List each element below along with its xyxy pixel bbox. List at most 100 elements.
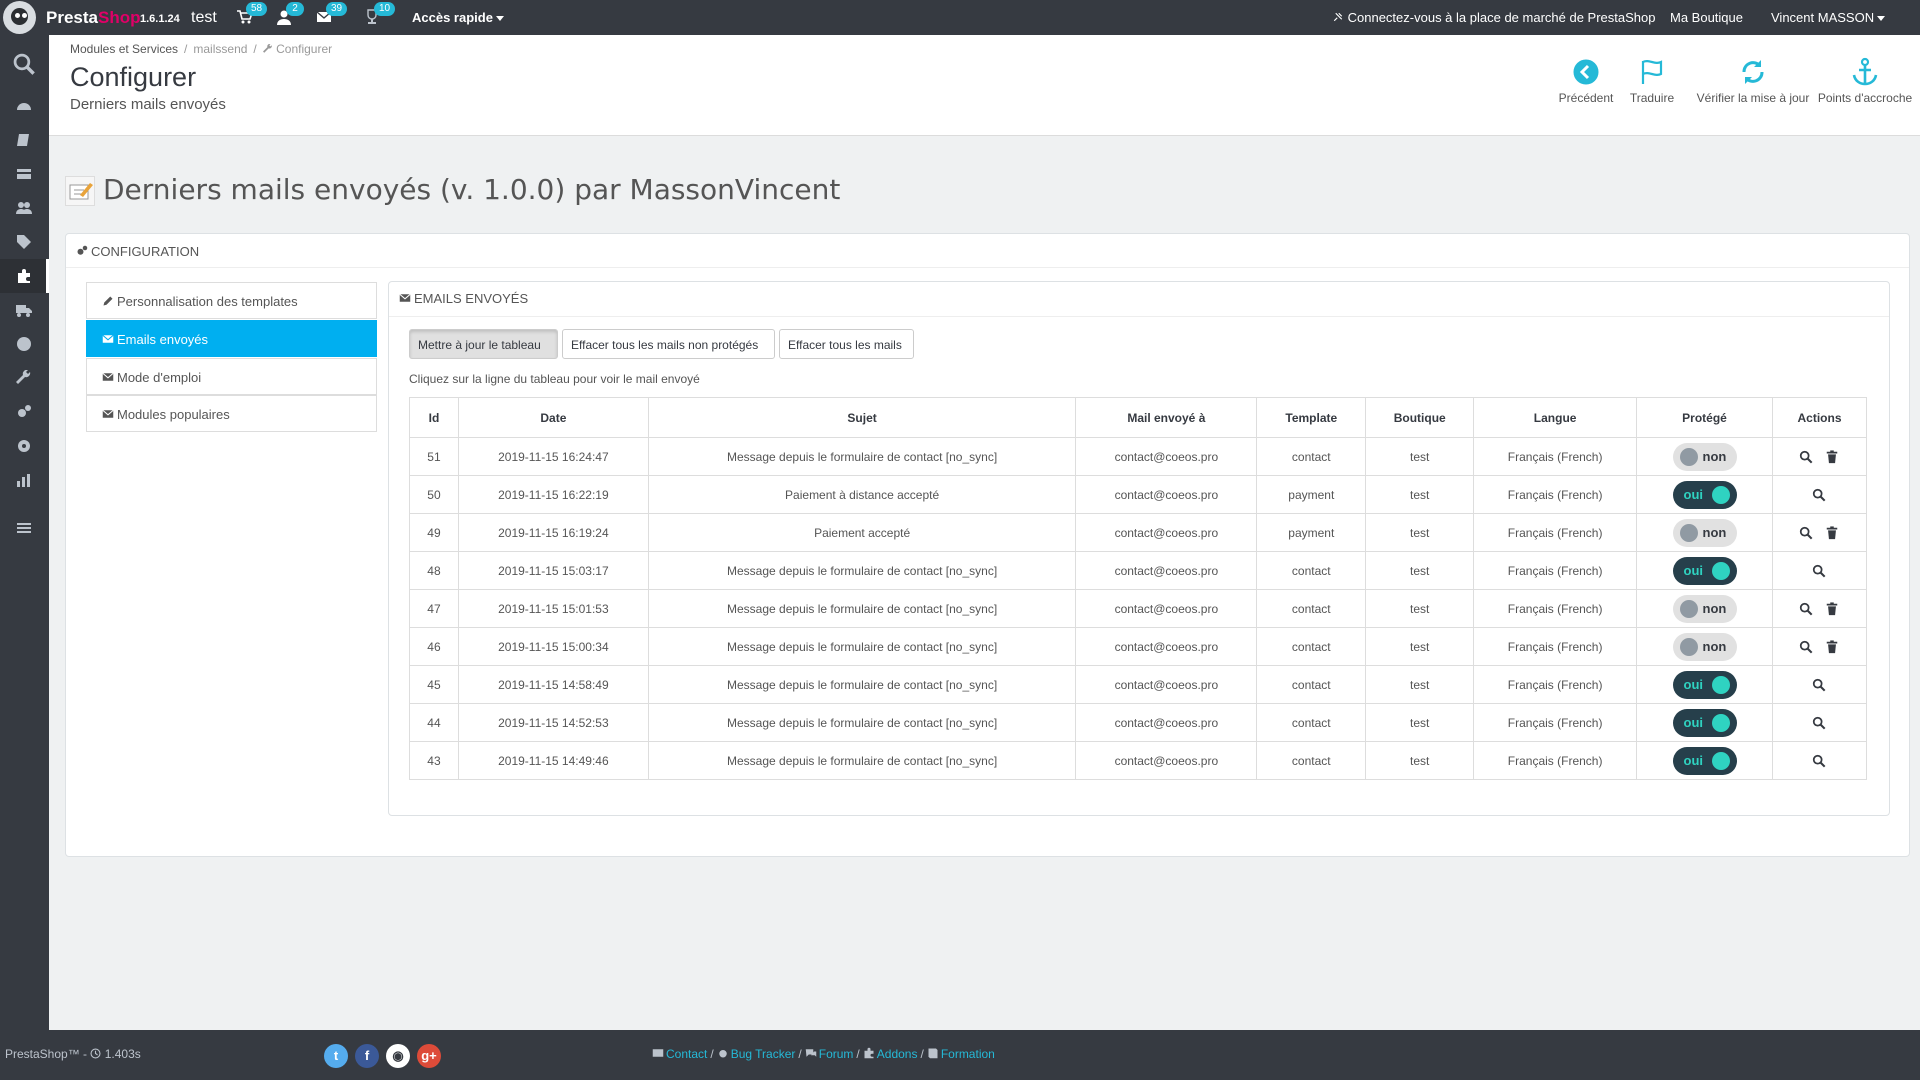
cell-protected: oui xyxy=(1636,665,1773,704)
sidebar-item-orders[interactable] xyxy=(0,123,49,157)
table-row[interactable]: 44 2019-11-15 14:52:53 Message depuis le f… xyxy=(409,703,1868,742)
menu-item-templates[interactable]: Personnalisation des templates xyxy=(86,282,377,319)
zoom-icon[interactable] xyxy=(1799,450,1813,464)
cell-language: Français (French) xyxy=(1473,437,1638,476)
menu-item-sent-emails[interactable]: Emails envoyés xyxy=(86,320,377,357)
sidebar-item-advanced-params[interactable] xyxy=(0,395,49,429)
cell-date: 2019-11-15 14:49:46 xyxy=(457,741,649,780)
zoom-icon[interactable] xyxy=(1812,564,1826,578)
customers-notification[interactable]: 2 xyxy=(276,2,304,27)
breadcrumb-modules[interactable]: Modules et Services xyxy=(70,42,178,56)
table-row[interactable]: 51 2019-11-15 16:24:47 Message depuis le f… xyxy=(409,437,1868,476)
menu-item-popular-modules[interactable]: Modules populaires xyxy=(86,395,377,432)
protected-toggle[interactable]: oui xyxy=(1672,556,1737,585)
cell-id: 44 xyxy=(409,703,459,742)
zoom-icon[interactable] xyxy=(1812,678,1826,692)
table-row[interactable]: 43 2019-11-15 14:49:46 Message depuis le f… xyxy=(409,741,1868,780)
sidebar-item-catalog[interactable] xyxy=(0,157,49,191)
protected-toggle[interactable]: oui xyxy=(1672,670,1737,699)
footer-link-formation[interactable]: Formation xyxy=(941,1047,995,1061)
messages-notification[interactable]: 39 xyxy=(316,2,348,27)
footer-link-addons[interactable]: Addons xyxy=(877,1047,918,1061)
refresh-table-button[interactable]: Mettre à jour le tableau xyxy=(409,329,558,359)
table-row[interactable]: 45 2019-11-15 14:58:49 Message depuis le f… xyxy=(409,665,1868,704)
cell-language: Français (French) xyxy=(1473,589,1638,628)
shop-name-link[interactable]: test xyxy=(191,9,217,27)
orders-notification[interactable]: 58 xyxy=(236,2,268,27)
facebook-icon[interactable]: f xyxy=(355,1044,379,1068)
protected-toggle[interactable]: oui xyxy=(1672,746,1737,775)
marketplace-link[interactable]: Connectez-vous à la place de marché de P… xyxy=(1332,10,1655,25)
trophy-notification[interactable]: 10 xyxy=(364,2,396,27)
clear-unprotected-button[interactable]: Effacer tous les mails non protégés xyxy=(562,329,775,359)
zoom-icon[interactable] xyxy=(1812,716,1826,730)
hooks-button[interactable]: Points d'accroche xyxy=(1810,57,1920,105)
protected-toggle[interactable]: oui xyxy=(1672,708,1737,737)
toggle-knob xyxy=(1679,523,1698,542)
quick-access-dropdown[interactable]: Accès rapide xyxy=(412,10,504,25)
toggle-label: non xyxy=(1702,638,1727,654)
brand-name[interactable]: PrestaShop xyxy=(46,8,140,28)
zoom-icon[interactable] xyxy=(1812,754,1826,768)
sidebar-item-modules[interactable] xyxy=(0,259,49,293)
twitter-icon[interactable]: t xyxy=(324,1044,348,1068)
table-row[interactable]: 50 2019-11-15 16:22:19 Paiement à distance… xyxy=(409,475,1868,514)
toggle-knob xyxy=(1711,485,1730,504)
trash-icon[interactable] xyxy=(1825,450,1839,464)
cell-language: Français (French) xyxy=(1473,475,1638,514)
protected-toggle[interactable]: non xyxy=(1672,518,1737,547)
sidebar-item-preferences[interactable] xyxy=(0,361,49,395)
cell-id: 51 xyxy=(409,437,459,476)
sidebar-item-search[interactable] xyxy=(0,47,49,81)
footer-link-bug-tracker[interactable]: Bug Tracker xyxy=(731,1047,796,1061)
sidebar-item-dashboard[interactable] xyxy=(0,89,49,123)
translate-button[interactable]: Traduire xyxy=(1617,57,1687,105)
sidebar-item-localization[interactable] xyxy=(0,327,49,361)
table-row[interactable]: 49 2019-11-15 16:19:24 Paiement accepté con… xyxy=(409,513,1868,552)
cogs-icon xyxy=(18,405,31,417)
check-update-button[interactable]: Vérifier la mise à jour xyxy=(1678,57,1828,105)
trash-icon[interactable] xyxy=(1825,602,1839,616)
trash-icon[interactable] xyxy=(1825,640,1839,654)
sidebar-item-price-rules[interactable] xyxy=(0,225,49,259)
protected-toggle[interactable]: non xyxy=(1672,632,1737,661)
sidebar-item-shipping[interactable] xyxy=(0,293,49,327)
cell-recipient: contact@coeos.pro xyxy=(1075,551,1258,590)
footer-link-contact[interactable]: Contact xyxy=(666,1047,707,1061)
protected-toggle[interactable]: non xyxy=(1672,594,1737,623)
prestashop-logo[interactable] xyxy=(3,1,36,34)
user-menu[interactable]: Vincent MASSON xyxy=(1771,10,1886,25)
menu-item-user-guide[interactable]: Mode d'emploi xyxy=(86,358,377,395)
cell-id: 46 xyxy=(409,627,459,666)
sidebar-item-admin[interactable] xyxy=(0,429,49,463)
cell-template: contact xyxy=(1256,741,1367,780)
clear-all-button[interactable]: Effacer tous les mails xyxy=(779,329,914,359)
trash-icon[interactable] xyxy=(1825,526,1839,540)
cell-id: 47 xyxy=(409,589,459,628)
zoom-icon[interactable] xyxy=(1799,526,1813,540)
zoom-icon[interactable] xyxy=(1799,640,1813,654)
wrench-icon xyxy=(262,43,272,53)
cell-template: contact xyxy=(1256,627,1367,666)
sidebar-collapse-toggle[interactable] xyxy=(0,511,49,545)
cell-template: contact xyxy=(1256,551,1367,590)
footer-link-forum[interactable]: Forum xyxy=(819,1047,854,1061)
sidebar-item-stats[interactable] xyxy=(0,463,49,497)
github-icon[interactable]: ◉ xyxy=(386,1044,410,1068)
cell-subject: Message depuis le formulaire de contact … xyxy=(647,589,1077,628)
table-row[interactable]: 46 2019-11-15 15:00:34 Message depuis le f… xyxy=(409,627,1868,666)
translate-label: Traduire xyxy=(1629,91,1675,105)
breadcrumb-module-name[interactable]: mailssend xyxy=(193,42,247,56)
zoom-icon[interactable] xyxy=(1812,488,1826,502)
zoom-icon[interactable] xyxy=(1799,602,1813,616)
cell-id: 43 xyxy=(409,741,459,780)
back-button[interactable]: Précédent xyxy=(1546,57,1626,105)
protected-toggle[interactable]: oui xyxy=(1672,480,1737,509)
table-row[interactable]: 48 2019-11-15 15:03:17 Message depuis le f… xyxy=(409,551,1868,590)
toggle-knob xyxy=(1679,599,1698,618)
protected-toggle[interactable]: non xyxy=(1672,442,1737,471)
my-shop-link[interactable]: Ma Boutique xyxy=(1670,10,1743,25)
sidebar-item-customers[interactable] xyxy=(0,191,49,225)
table-row[interactable]: 47 2019-11-15 15:01:53 Message depuis le f… xyxy=(409,589,1868,628)
google-plus-icon[interactable]: g+ xyxy=(417,1044,441,1068)
